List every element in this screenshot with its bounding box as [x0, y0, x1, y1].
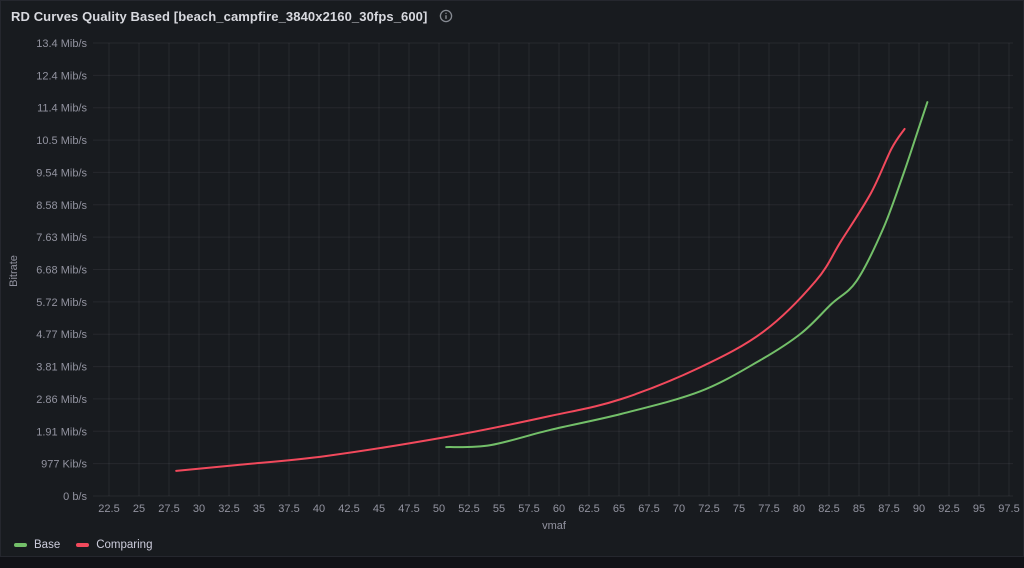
x-tick-label: 40 [313, 503, 325, 515]
x-tick-label: 82.5 [818, 503, 839, 515]
x-axis-title: vmaf [542, 520, 566, 532]
x-tick-label: 97.5 [998, 503, 1019, 515]
x-tick-label: 52.5 [458, 503, 479, 515]
rd-curves-panel: RD Curves Quality Based [beach_campfire_… [0, 0, 1024, 557]
x-tick-label: 70 [673, 503, 685, 515]
x-tick-label: 92.5 [938, 503, 959, 515]
x-tick-label: 85 [853, 503, 865, 515]
x-tick-label: 32.5 [218, 503, 239, 515]
legend-label-comparing[interactable]: Comparing [96, 539, 152, 551]
y-tick-label: 977 Kib/s [41, 459, 87, 471]
y-tick-label: 0 b/s [63, 491, 87, 503]
x-tick-label: 77.5 [758, 503, 779, 515]
x-tick-label: 27.5 [158, 503, 179, 515]
x-tick-label: 87.5 [878, 503, 899, 515]
y-tick-label: 1.91 Mib/s [36, 426, 87, 438]
y-tick-label: 5.72 Mib/s [36, 297, 87, 309]
legend-item-comparing[interactable]: Comparing [76, 539, 152, 551]
x-tick-label: 55 [493, 503, 505, 515]
x-tick-label: 42.5 [338, 503, 359, 515]
x-tick-label: 60 [553, 503, 565, 515]
curve-base [446, 102, 927, 447]
legend-item-base[interactable]: Base [14, 539, 60, 551]
y-tick-label: 9.54 Mib/s [36, 167, 87, 179]
curve-comparing [176, 129, 904, 471]
x-tick-label: 47.5 [398, 503, 419, 515]
x-tick-label: 45 [373, 503, 385, 515]
x-tick-label: 22.5 [98, 503, 119, 515]
x-tick-label: 50 [433, 503, 445, 515]
x-tick-label: 67.5 [638, 503, 659, 515]
y-tick-label: 11.4 Mib/s [37, 103, 87, 115]
x-tick-label: 35 [253, 503, 265, 515]
x-tick-label: 95 [973, 503, 985, 515]
x-tick-label: 80 [793, 503, 805, 515]
y-tick-label: 8.58 Mib/s [36, 200, 87, 212]
base-series-color-marker [14, 543, 27, 547]
dashboard-background: RD Curves Quality Based [beach_campfire_… [0, 0, 1024, 568]
y-tick-label: 10.5 Mib/s [36, 135, 87, 147]
y-tick-label: 4.77 Mib/s [36, 329, 87, 341]
x-tick-label: 72.5 [698, 503, 719, 515]
y-tick-label: 3.81 Mib/s [36, 362, 87, 374]
x-tick-label: 37.5 [278, 503, 299, 515]
y-tick-label: 13.4 Mib/s [36, 38, 87, 50]
legend: Base Comparing [14, 539, 152, 551]
legend-label-base[interactable]: Base [34, 539, 60, 551]
y-tick-label: 12.4 Mib/s [36, 70, 87, 82]
y-tick-label: 7.63 Mib/s [36, 232, 87, 244]
y-axis-title: Bitrate [8, 255, 20, 287]
x-tick-label: 57.5 [518, 503, 539, 515]
y-tick-label: 6.68 Mib/s [36, 265, 87, 277]
x-tick-label: 65 [613, 503, 625, 515]
x-tick-label: 62.5 [578, 503, 599, 515]
x-tick-label: 30 [193, 503, 205, 515]
y-tick-label: 2.86 Mib/s [36, 394, 87, 406]
x-tick-label: 90 [913, 503, 925, 515]
x-tick-label: 75 [733, 503, 745, 515]
comparing-series-color-marker [76, 543, 89, 547]
chart-plot-area[interactable]: 0 b/s 977 Kib/s 1.91 Mib/s 2.86 Mib/s 3.81 M… [1, 1, 1023, 533]
x-tick-label: 25 [133, 503, 145, 515]
